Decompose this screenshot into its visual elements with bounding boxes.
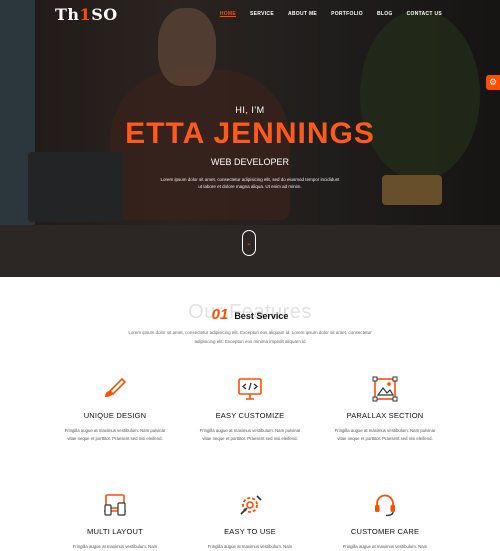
feature-card-parallax-section: PARALLAX SECTION Fringilla augue at maxi…: [330, 376, 440, 443]
feature-title: CUSTOMER CARE: [350, 527, 420, 536]
features-heading: Our Features 01 Best Service: [0, 301, 500, 324]
hero-name: ETTA JENNINGS: [125, 117, 375, 150]
nav-item-portfolio[interactable]: PORTFOLIO: [331, 11, 363, 17]
gear-wrench-icon: [240, 495, 262, 515]
hero-role: WEB DEVELOPER: [210, 157, 290, 167]
settings-gear-icon: ⚙: [488, 77, 498, 87]
features-title: 01 Best Service: [212, 306, 289, 323]
paint-brush-icon: [105, 377, 127, 397]
nav-item-home[interactable]: HOME: [220, 11, 236, 17]
features-label: Best Service: [234, 311, 289, 321]
nav-item-service[interactable]: SERVICE: [250, 11, 274, 17]
devices-icon: [104, 494, 126, 516]
nav-item-blog[interactable]: BLOG: [377, 11, 393, 17]
feature-card-customer-care: CUSTOMER CARE Fringilla augue at maximus…: [330, 492, 440, 551]
feature-title: PARALLAX SECTION: [346, 411, 424, 420]
feature-text: Fringilla augue at maximus vestibulum. N…: [334, 428, 436, 441]
logo-mark: 1: [79, 5, 92, 24]
scroll-down-button[interactable]: ⌄: [242, 230, 256, 256]
image-frame-icon: [372, 376, 398, 402]
features-section: Our Features 01 Best Service Lorem ipsum…: [0, 277, 500, 550]
feature-card-unique-design: UNIQUE DESIGN Fringilla augue at maximus…: [60, 376, 170, 443]
feature-title: EASY CUSTOMIZE: [215, 411, 285, 420]
feature-title: UNIQUE DESIGN: [83, 411, 147, 420]
settings-side-tab[interactable]: ⚙: [486, 75, 500, 90]
feature-card-easy-customize: EASY CUSTOMIZE Fringilla augue at maximu…: [195, 376, 305, 443]
nav-item-contact-us[interactable]: CONTACT US: [407, 11, 442, 17]
code-monitor-icon: [238, 378, 262, 400]
hero-description: Lorem ipsum dolor sit amet, consectetur …: [160, 177, 340, 189]
feature-text: Fringilla augue at maximus vestibulum. N…: [199, 428, 301, 441]
feature-card-multi-layout: MULTI LAYOUT Fringilla augue at maximus …: [60, 492, 170, 551]
logo-prefix: Th: [55, 5, 80, 24]
chevron-down-icon: ⌄: [246, 240, 252, 247]
hero-greeting: HI, I'M: [235, 105, 265, 115]
headset-icon: [375, 494, 395, 517]
feature-card-easy-to-use: EASY TO USE Fringilla augue at maximus v…: [195, 492, 305, 551]
feature-title: EASY TO USE: [224, 527, 276, 536]
features-number: 01: [211, 306, 229, 323]
main-menu: HOME SERVICE ABOUT ME PORTFOLIO BLOG CON…: [220, 11, 442, 17]
feature-title: MULTI LAYOUT: [87, 527, 143, 536]
nav-item-about-me[interactable]: ABOUT ME: [288, 11, 317, 17]
feature-text: Fringilla augue at maximus vestibulum. N…: [64, 428, 166, 441]
hero-section: Th1SO HOME SERVICE ABOUT ME PORTFOLIO BL…: [0, 0, 500, 277]
features-description: Lorem ipsum dolor sit amet, consectetur …: [128, 330, 372, 344]
site-logo[interactable]: Th1SO: [55, 5, 118, 24]
top-nav: Th1SO HOME SERVICE ABOUT ME PORTFOLIO BL…: [0, 0, 500, 28]
hero-text: HI, I'M ETTA JENNINGS WEB DEVELOPER Lore…: [0, 105, 500, 190]
logo-suffix: SO: [91, 5, 118, 24]
